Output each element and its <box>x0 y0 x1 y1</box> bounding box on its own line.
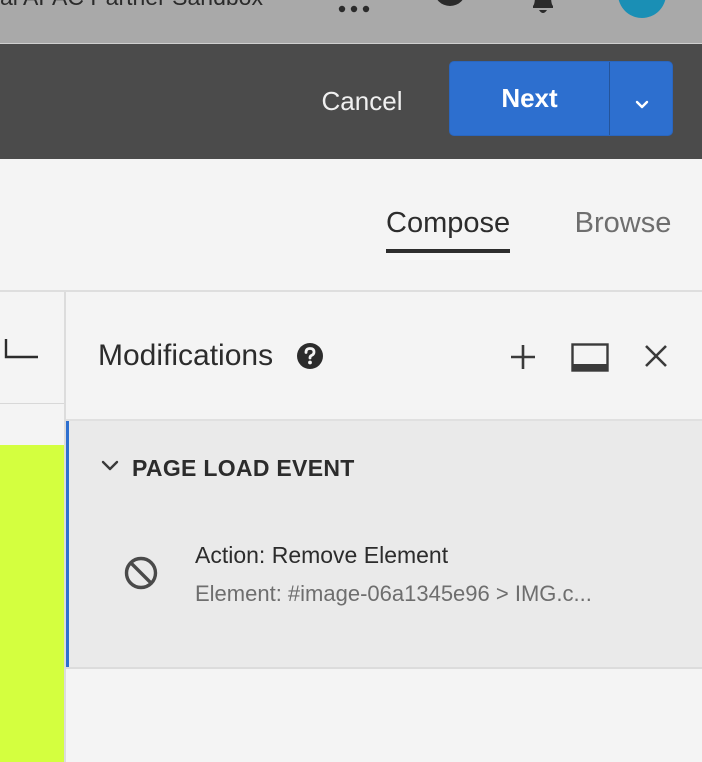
page-canvas <box>0 292 64 762</box>
event-title: PAGE LOAD EVENT <box>132 455 355 481</box>
chevron-down-icon <box>635 100 649 109</box>
page-load-event-section: PAGE LOAD EVENT Action: Remove Element E… <box>66 421 702 667</box>
top-bar: al APAC Partner Sandbox <box>0 0 702 44</box>
avatar[interactable] <box>618 0 666 18</box>
remove-icon <box>123 555 159 591</box>
chevron-down-icon <box>101 459 119 473</box>
layout-icon[interactable] <box>571 343 609 372</box>
next-button-group: Next <box>449 61 673 136</box>
tab-selected-indicator <box>386 249 510 253</box>
add-icon[interactable] <box>510 344 536 370</box>
corner-icon <box>0 337 40 361</box>
close-icon[interactable] <box>644 344 668 368</box>
help-icon[interactable] <box>296 342 324 370</box>
canvas-divider <box>0 403 64 404</box>
tab-compose[interactable]: Compose <box>386 203 510 253</box>
apps-grid-icon[interactable] <box>338 2 372 13</box>
panel-title: Modifications <box>98 339 274 372</box>
cancel-button[interactable]: Cancel <box>300 81 424 121</box>
modification-item[interactable]: Action: Remove Element Element: #image-0… <box>123 539 693 619</box>
next-menu-button[interactable] <box>610 62 673 135</box>
event-section-border <box>66 667 702 669</box>
page-image[interactable] <box>0 445 64 762</box>
tab-browse[interactable]: Browse <box>573 203 673 253</box>
bell-icon[interactable] <box>525 0 561 16</box>
action-bar: Cancel Next <box>0 44 702 159</box>
tab-browse-label: Browse <box>574 207 672 239</box>
action-title: Action: Remove Element <box>195 542 449 568</box>
next-button[interactable]: Next <box>450 62 609 135</box>
tab-bar: Compose Browse <box>0 159 702 291</box>
tab-compose-label: Compose <box>386 207 511 239</box>
org-switcher[interactable]: al APAC Partner Sandbox <box>0 0 263 11</box>
action-element: Element: #image-06a1345e96 > IMG.c... <box>195 581 592 606</box>
modifications-panel: Modifications PAGE LOAD EVENT Action: Re… <box>66 292 702 762</box>
help-circle-icon[interactable] <box>434 0 466 10</box>
